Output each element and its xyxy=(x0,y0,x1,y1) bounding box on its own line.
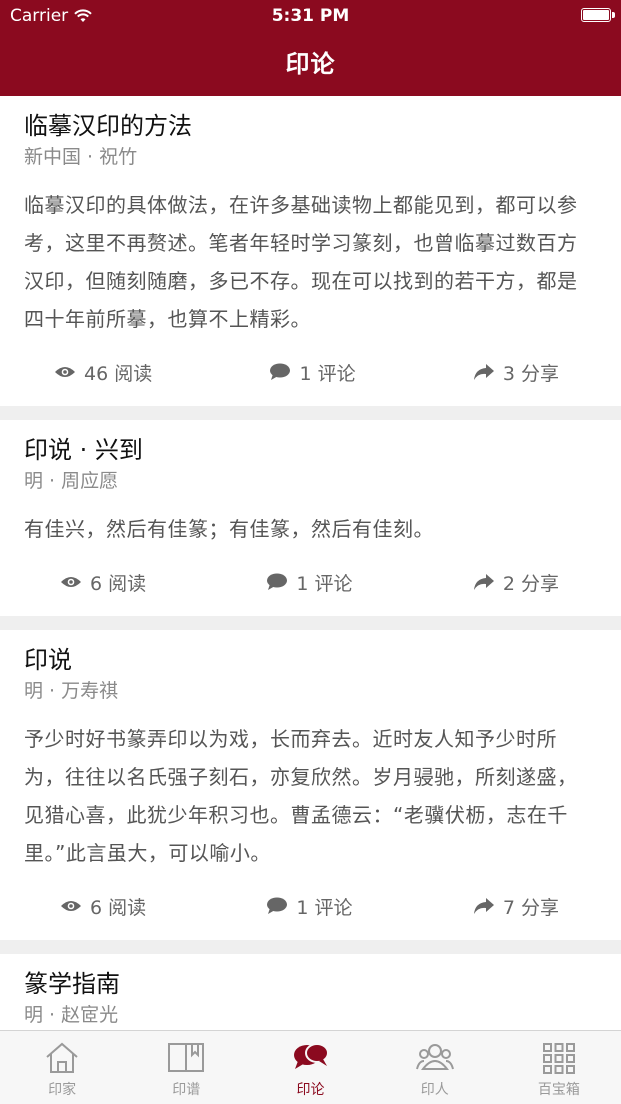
status-time: 5:31 PM xyxy=(271,6,350,26)
share-button[interactable]: 3 分享 xyxy=(473,359,559,386)
tab-label: 印人 xyxy=(420,1082,449,1098)
eye-icon xyxy=(61,577,81,587)
article-title[interactable]: 印说 xyxy=(24,644,597,676)
tab-yinjia[interactable]: 印家 xyxy=(0,1031,124,1104)
read-count: 6 阅读 xyxy=(60,569,146,596)
share-button[interactable]: 7 分享 xyxy=(473,893,559,920)
article-author: 明 · 万寿祺 xyxy=(24,680,119,702)
read-count-label: 46 阅读 xyxy=(84,362,153,385)
share-count-label: 7 分享 xyxy=(502,896,559,919)
tab-yinpu[interactable]: 印谱 xyxy=(124,1031,248,1104)
article-excerpt: 临摹汉印的具体做法，在许多基础读物上都能见到，都可以参考，这里不再赘述。笔者年轻… xyxy=(24,193,578,331)
share-count-label: 3 分享 xyxy=(502,362,559,385)
tab-label: 印论 xyxy=(296,1082,325,1098)
article-stats: 46 阅读 1 评论 3 分享 xyxy=(24,338,597,406)
nav-header: Carrier 5:31 PM 印论 xyxy=(0,0,621,96)
tab-yinren[interactable]: 印人 xyxy=(373,1031,497,1104)
eye-icon xyxy=(61,901,81,911)
share-arrow-icon xyxy=(473,574,494,590)
house-icon xyxy=(46,1042,78,1073)
people-icon xyxy=(415,1044,454,1070)
article-author: 明 · 赵宧光 xyxy=(24,1004,119,1026)
book-icon xyxy=(168,1043,205,1072)
comment-button[interactable]: 1 评论 xyxy=(266,569,353,596)
tab-yinlun[interactable]: 印论 xyxy=(248,1031,372,1104)
tab-bar: 印家 印谱 印论 印人 百宝箱 xyxy=(0,1030,621,1104)
article-author: 新中国 · 祝竹 xyxy=(24,146,138,168)
battery-icon xyxy=(581,8,615,22)
page-title: 印论 xyxy=(285,50,336,78)
tab-label: 印谱 xyxy=(172,1082,201,1098)
article-card[interactable]: 临摹汉印的方法 新中国 · 祝竹 临摹汉印的具体做法，在许多基础读物上都能见到，… xyxy=(0,96,621,406)
comment-count-label: 1 评论 xyxy=(296,896,353,919)
article-title[interactable]: 篆学指南 xyxy=(24,968,597,1000)
read-count-label: 6 阅读 xyxy=(90,572,147,595)
article-stats: 6 阅读 1 评论 2 分享 xyxy=(24,548,597,616)
article-author: 明 · 周应愿 xyxy=(24,470,119,492)
read-count: 6 阅读 xyxy=(60,893,146,920)
article-stats: 6 阅读 1 评论 7 分享 xyxy=(24,872,597,940)
status-bar: Carrier 5:31 PM xyxy=(0,0,621,32)
eye-icon xyxy=(55,367,75,377)
share-button[interactable]: 2 分享 xyxy=(473,569,559,596)
comment-icon xyxy=(270,363,291,380)
grid-icon xyxy=(542,1043,575,1074)
read-count: 46 阅读 xyxy=(54,359,152,386)
read-count-label: 6 阅读 xyxy=(90,896,147,919)
tab-label: 印家 xyxy=(48,1082,77,1098)
article-title[interactable]: 临摹汉印的方法 xyxy=(24,110,597,142)
chat-bubbles-icon xyxy=(293,1043,329,1069)
comment-count-label: 1 评论 xyxy=(296,572,353,595)
comment-count-label: 1 评论 xyxy=(299,362,356,385)
article-excerpt: 有佳兴，然后有佳篆；有佳篆，然后有佳刻。 xyxy=(24,517,434,541)
comment-icon xyxy=(267,573,288,590)
article-feed[interactable]: 临摹汉印的方法 新中国 · 祝竹 临摹汉印的具体做法，在许多基础读物上都能见到，… xyxy=(0,96,621,1030)
article-title[interactable]: 印说 · 兴到 xyxy=(24,434,597,466)
comment-button[interactable]: 1 评论 xyxy=(269,359,356,386)
tab-label: 百宝箱 xyxy=(537,1082,580,1098)
article-excerpt: 予少时好书篆弄印以为戏，长而弃去。近时友人知予少时所为，往往以名氏强子刻石，亦复… xyxy=(24,727,578,865)
share-arrow-icon xyxy=(473,898,494,914)
share-count-label: 2 分享 xyxy=(502,572,559,595)
share-arrow-icon xyxy=(473,364,494,380)
tab-baibaoxiang[interactable]: 百宝箱 xyxy=(497,1031,621,1104)
comment-icon xyxy=(267,897,288,914)
comment-button[interactable]: 1 评论 xyxy=(266,893,353,920)
article-card[interactable]: 篆学指南 明 · 赵宧光 xyxy=(0,954,621,1030)
article-card[interactable]: 印说 明 · 万寿祺 予少时好书篆弄印以为戏，长而弃去。近时友人知予少时所为，往… xyxy=(0,630,621,940)
article-card[interactable]: 印说 · 兴到 明 · 周应愿 有佳兴，然后有佳篆；有佳篆，然后有佳刻。 6 阅… xyxy=(0,420,621,616)
